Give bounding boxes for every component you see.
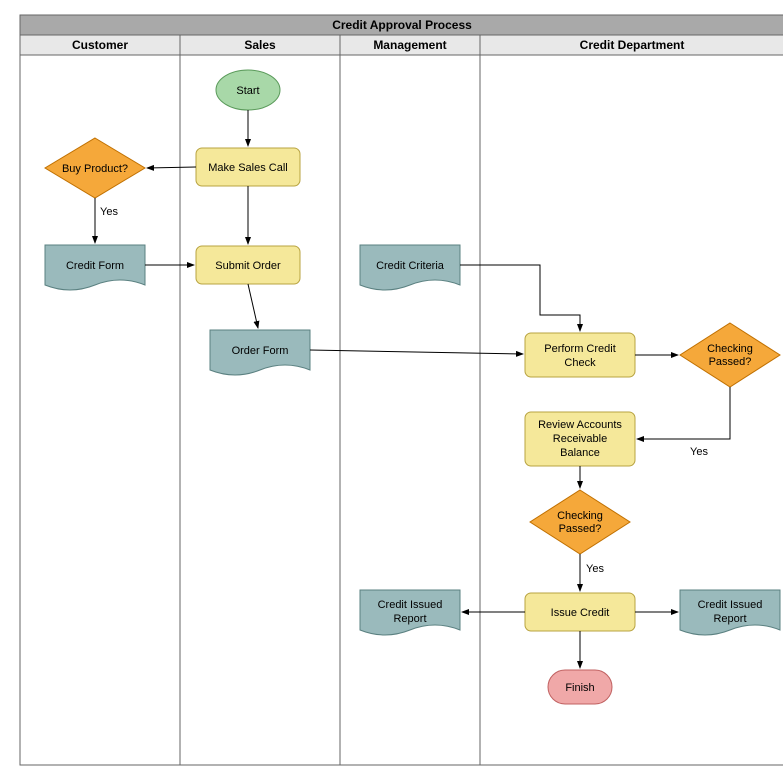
- lane-body-management: [340, 55, 480, 765]
- perform-credit-check-l1: Perform Credit: [544, 343, 616, 355]
- issue-credit-label: Issue Credit: [551, 607, 610, 619]
- lane-body-credit: [480, 55, 783, 765]
- order-form-label: Order Form: [232, 345, 289, 357]
- perform-credit-check-node: [525, 333, 635, 377]
- swimlane-diagram: Credit Approval Process Customer Sales M…: [10, 10, 783, 773]
- checking-passed-2-l1: Checking: [557, 510, 603, 522]
- buy-product-label: Buy Product?: [62, 163, 128, 175]
- checking-passed-2-l2: Passed?: [559, 523, 602, 535]
- credit-issued-report-2-l2: Report: [713, 613, 746, 625]
- edge-label-yes3: Yes: [586, 563, 604, 575]
- checking-passed-1-l1: Checking: [707, 343, 753, 355]
- credit-issued-report-1-l1: Credit Issued: [378, 599, 443, 611]
- diagram-title: Credit Approval Process: [332, 18, 472, 32]
- make-sales-call-label: Make Sales Call: [208, 162, 287, 174]
- credit-issued-report-2-l1: Credit Issued: [698, 599, 763, 611]
- perform-credit-check-l2: Check: [564, 357, 596, 369]
- review-ar-l1: Review Accounts: [538, 419, 622, 431]
- edge-label-yes1: Yes: [100, 206, 118, 218]
- credit-criteria-label: Credit Criteria: [376, 260, 445, 272]
- lane-label-management: Management: [373, 38, 446, 52]
- checking-passed-1-l2: Passed?: [709, 356, 752, 368]
- lane-label-sales: Sales: [244, 38, 276, 52]
- review-ar-l2: Receivable: [553, 433, 607, 445]
- credit-issued-report-1-l2: Report: [393, 613, 426, 625]
- start-label: Start: [236, 85, 259, 97]
- lane-label-credit: Credit Department: [580, 38, 685, 52]
- lane-label-customer: Customer: [72, 38, 128, 52]
- submit-order-label: Submit Order: [215, 260, 281, 272]
- finish-label: Finish: [565, 682, 594, 694]
- credit-form-label: Credit Form: [66, 260, 124, 272]
- review-ar-l3: Balance: [560, 447, 600, 459]
- edge-label-yes2: Yes: [690, 446, 708, 458]
